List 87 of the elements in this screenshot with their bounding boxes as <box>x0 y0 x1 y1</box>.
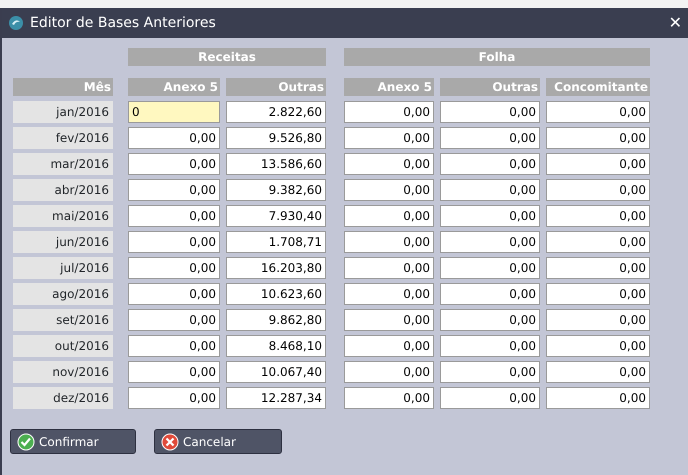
input-field[interactable]: 0,00 <box>344 309 434 331</box>
month-cell: mai/2016 <box>13 205 113 227</box>
input-field[interactable]: 0,00 <box>344 231 434 253</box>
input-field[interactable]: 0,00 <box>546 205 650 227</box>
input-field[interactable]: 0,00 <box>440 309 540 331</box>
input-field[interactable]: 10.067,40 <box>226 361 326 383</box>
input-field[interactable]: 0,00 <box>440 205 540 227</box>
cancel-button[interactable]: Cancelar <box>154 429 282 454</box>
month-cell: abr/2016 <box>13 179 113 201</box>
input-field[interactable]: 0,00 <box>128 335 220 357</box>
input-field[interactable]: 0,00 <box>440 257 540 279</box>
column-header: Concomitante <box>546 78 650 96</box>
input-field[interactable]: 0,00 <box>128 231 220 253</box>
input-field[interactable]: 13.586,60 <box>226 153 326 175</box>
input-field[interactable]: 0,00 <box>546 127 650 149</box>
month-cell: out/2016 <box>13 335 113 357</box>
window-title: Editor de Bases Anteriores <box>30 14 216 32</box>
input-field[interactable]: 10.623,60 <box>226 283 326 305</box>
month-cell: mar/2016 <box>13 153 113 175</box>
column-header: Outras <box>440 78 540 96</box>
input-field[interactable]: 0,00 <box>440 231 540 253</box>
input-field[interactable]: 8.468,10 <box>226 335 326 357</box>
input-field[interactable]: 0,00 <box>344 127 434 149</box>
input-field[interactable]: 0,00 <box>546 179 650 201</box>
input-field[interactable]: 0,00 <box>440 387 540 409</box>
input-field[interactable]: 0,00 <box>440 101 540 123</box>
input-field[interactable]: 0,00 <box>440 361 540 383</box>
month-cell: nov/2016 <box>13 361 113 383</box>
close-button[interactable]: ✕ <box>668 11 682 35</box>
column-header: Anexo 5 <box>344 78 434 96</box>
input-field[interactable]: 0,00 <box>344 335 434 357</box>
input-field[interactable]: 16.203,80 <box>226 257 326 279</box>
input-field[interactable]: 0,00 <box>546 361 650 383</box>
input-field[interactable]: 0,00 <box>344 283 434 305</box>
month-cell: jul/2016 <box>13 257 113 279</box>
input-field[interactable]: 0,00 <box>128 153 220 175</box>
input-field[interactable]: 0,00 <box>440 283 540 305</box>
input-field[interactable]: 7.930,40 <box>226 205 326 227</box>
input-field[interactable]: 0,00 <box>128 309 220 331</box>
month-cell: jan/2016 <box>13 101 113 123</box>
input-field[interactable]: 0,00 <box>546 101 650 123</box>
column-header: Mês <box>13 78 113 96</box>
check-icon <box>17 432 35 450</box>
input-field[interactable]: 9.526,80 <box>226 127 326 149</box>
group-header: Receitas <box>128 48 326 66</box>
input-field[interactable]: 1.708,71 <box>226 231 326 253</box>
input-field[interactable]: 0,00 <box>344 205 434 227</box>
app-logo-icon <box>8 15 24 31</box>
confirm-button[interactable]: Confirmar <box>10 429 136 454</box>
month-cell: fev/2016 <box>13 127 113 149</box>
input-field[interactable]: 0,00 <box>440 335 540 357</box>
input-field[interactable]: 0,00 <box>128 205 220 227</box>
input-field[interactable]: 0,00 <box>546 335 650 357</box>
column-header: Anexo 5 <box>128 78 220 96</box>
input-field[interactable]: 0,00 <box>440 127 540 149</box>
column-header: Outras <box>226 78 326 96</box>
group-header: Folha <box>344 48 650 66</box>
input-field[interactable]: 0,00 <box>546 153 650 175</box>
input-field[interactable]: 12.287,34 <box>226 387 326 409</box>
input-field[interactable]: 0,00 <box>546 283 650 305</box>
input-field[interactable]: 0,00 <box>440 153 540 175</box>
input-field[interactable]: 0,00 <box>128 361 220 383</box>
input-field[interactable]: 0,00 <box>344 387 434 409</box>
input-field[interactable]: 0,00 <box>128 179 220 201</box>
input-field[interactable]: 0,00 <box>546 257 650 279</box>
input-field[interactable]: 0,00 <box>344 153 434 175</box>
month-cell: ago/2016 <box>13 283 113 305</box>
input-field[interactable]: 0,00 <box>344 179 434 201</box>
month-cell: dez/2016 <box>13 387 113 409</box>
input-field[interactable]: 0,00 <box>440 179 540 201</box>
input-field[interactable]: 0,00 <box>344 361 434 383</box>
cancel-icon <box>161 432 179 450</box>
input-field[interactable]: 0,00 <box>344 257 434 279</box>
input-field[interactable]: 0,00 <box>546 387 650 409</box>
input-field[interactable]: 0,00 <box>128 387 220 409</box>
input-field[interactable]: 0,00 <box>344 101 434 123</box>
input-field[interactable]: 0,00 <box>128 257 220 279</box>
month-cell: jun/2016 <box>13 231 113 253</box>
input-field[interactable]: 2.822,60 <box>226 101 326 123</box>
input-field[interactable]: 0,00 <box>546 309 650 331</box>
input-field[interactable]: 0,00 <box>128 127 220 149</box>
input-field[interactable]: 0 <box>128 101 220 123</box>
input-field[interactable]: 0,00 <box>546 231 650 253</box>
input-field[interactable]: 0,00 <box>128 283 220 305</box>
month-cell: set/2016 <box>13 309 113 331</box>
input-field[interactable]: 9.862,80 <box>226 309 326 331</box>
input-field[interactable]: 9.382,60 <box>226 179 326 201</box>
